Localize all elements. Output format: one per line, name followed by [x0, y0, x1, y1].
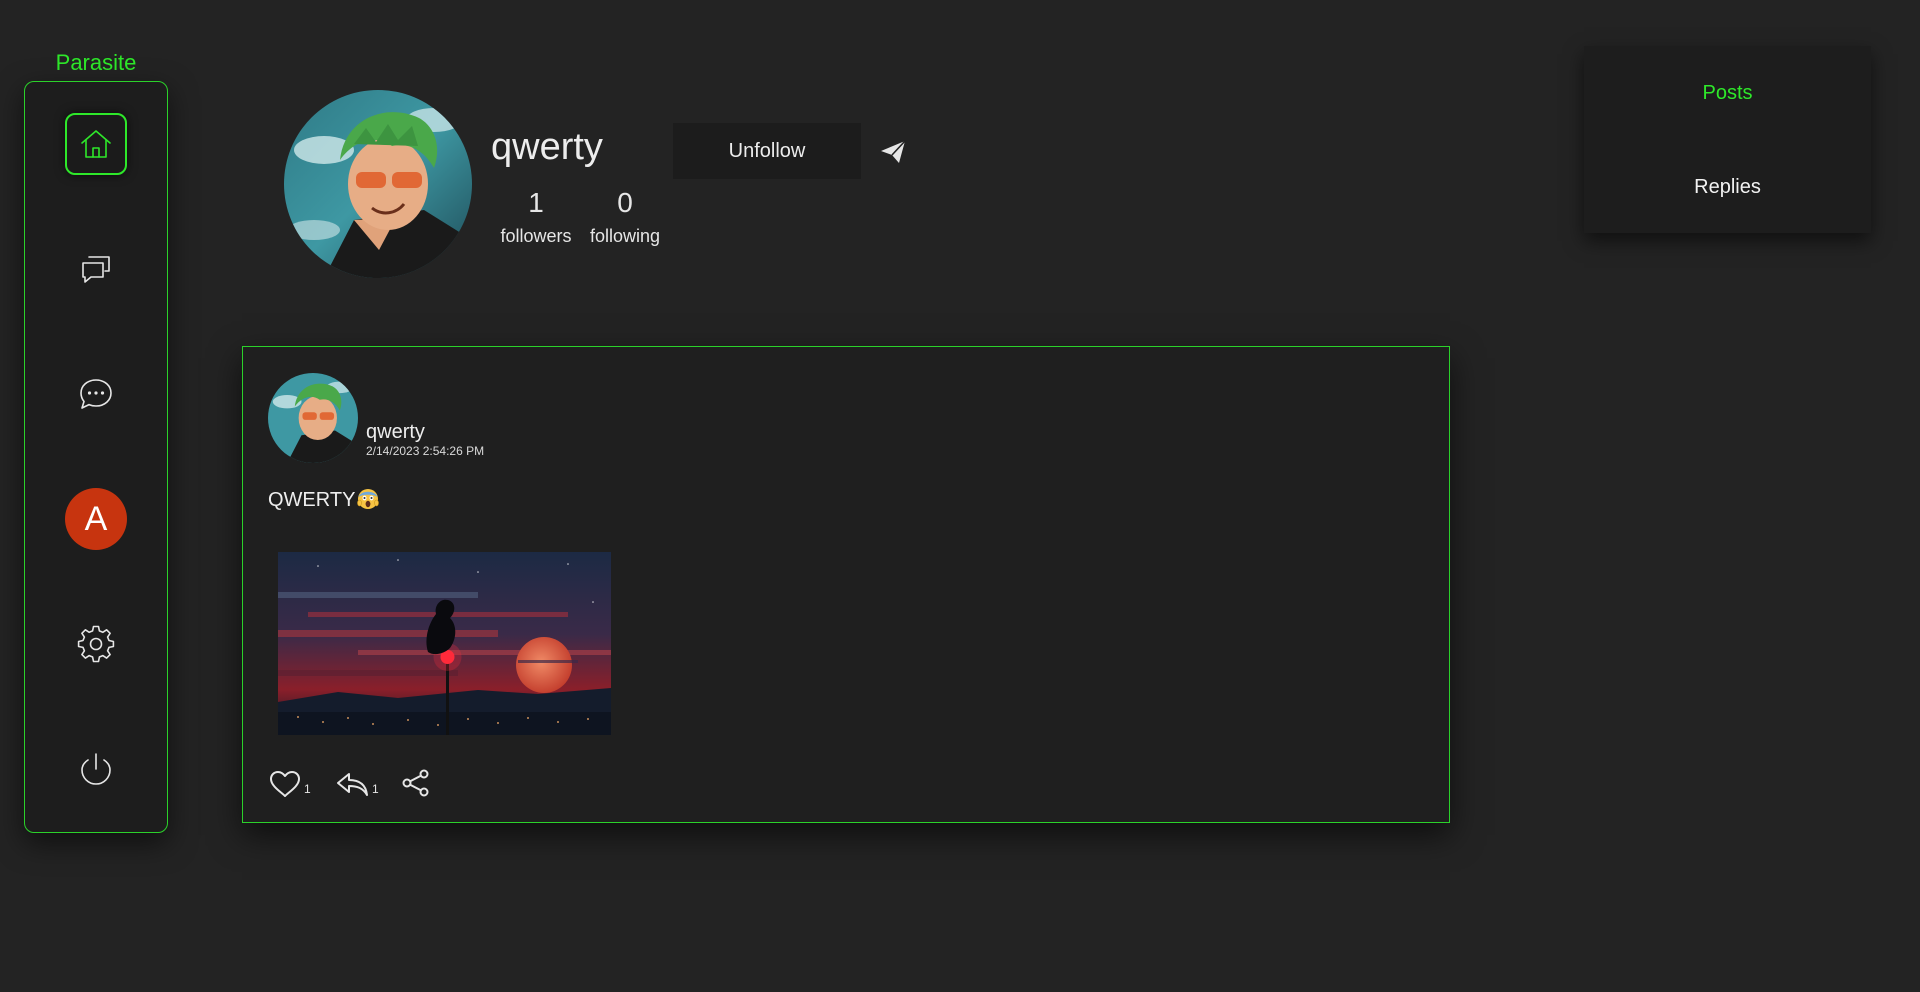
home-icon [81, 130, 111, 158]
following-count: 0 [617, 187, 633, 218]
unfollow-button[interactable]: Unfollow [673, 123, 861, 179]
sidebar-item-profile-avatar[interactable]: A [65, 488, 127, 550]
post-timestamp: 2/14/2023 2:54:26 PM [366, 444, 485, 458]
send-icon [881, 140, 906, 163]
sidebar-item-messages[interactable] [65, 363, 127, 425]
profile-tabs: Posts Replies [1584, 46, 1871, 233]
share-icon [402, 769, 429, 797]
followers-label: followers [500, 226, 572, 246]
post-body: QWERTY [268, 488, 380, 512]
brand-logo[interactable]: Parasite [24, 50, 168, 76]
tab-posts[interactable]: Posts [1584, 82, 1871, 105]
reply-icon [337, 773, 368, 796]
power-icon [81, 753, 111, 785]
sidebar-item-settings[interactable] [65, 613, 127, 675]
share-button[interactable] [401, 764, 431, 798]
reply-count: 1 [372, 782, 379, 796]
post-text: QWERTY [268, 489, 356, 511]
profile-avatar [284, 90, 472, 278]
avatar-letter: A [84, 499, 108, 538]
sidebar-item-home[interactable] [65, 113, 127, 175]
following-label: following [589, 226, 661, 246]
sidebar-item-logout[interactable] [65, 738, 127, 800]
like-button[interactable]: 1 [269, 764, 311, 798]
post-author-avatar[interactable] [268, 373, 358, 463]
followers-count: 1 [528, 187, 544, 218]
post-card[interactable]: qwerty 2/14/2023 2:54:26 PM QWERTY 1 1 [242, 346, 1450, 823]
gear-icon [77, 625, 115, 663]
like-count: 1 [304, 782, 311, 796]
profile-username: qwerty [491, 126, 603, 168]
sidebar: A [24, 81, 168, 833]
tab-replies[interactable]: Replies [1584, 176, 1871, 199]
screaming-face-emoji-icon [357, 488, 380, 510]
heart-icon [270, 771, 300, 797]
message-dots-icon [80, 379, 112, 409]
sidebar-item-discussions[interactable] [65, 238, 127, 300]
send-message-button[interactable] [878, 137, 908, 167]
reply-button[interactable]: 1 [335, 764, 379, 798]
post-image[interactable] [278, 552, 611, 735]
followers-stat[interactable]: 1 followers [498, 187, 574, 247]
post-author-name[interactable]: qwerty [366, 421, 425, 444]
following-stat[interactable]: 0 following [587, 187, 663, 247]
chat-bubbles-icon [82, 256, 110, 283]
